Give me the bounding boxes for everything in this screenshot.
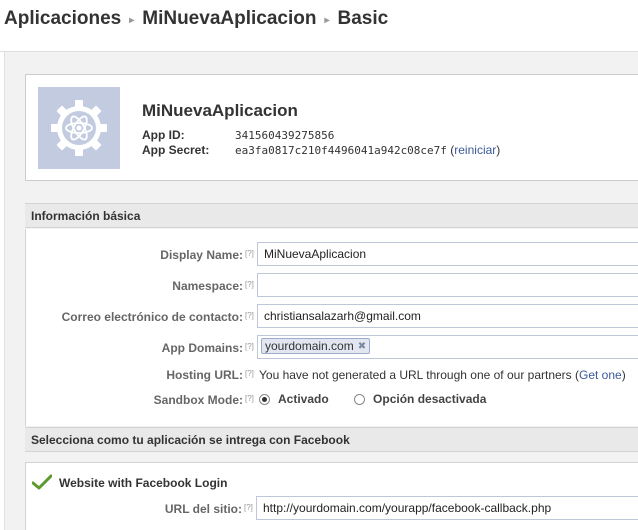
app-secret-label: App Secret: — [142, 143, 210, 157]
sandbox-options: Activado Opción desactivada — [259, 392, 508, 408]
hosting-url-label: Hosting URL: — [166, 368, 243, 382]
display-name-label: Display Name: — [160, 248, 243, 262]
contact-email-input[interactable] — [257, 304, 638, 328]
namespace-input[interactable] — [257, 273, 638, 297]
site-url-label: URL del sitio: — [164, 502, 242, 516]
help-icon[interactable]: [?] — [245, 249, 254, 258]
radio-selected-icon — [259, 393, 270, 405]
help-icon[interactable]: [?] — [245, 311, 254, 320]
help-icon[interactable]: [?] — [244, 503, 253, 512]
integration-heading: Selecciona como tu aplicación se intrega… — [25, 427, 638, 452]
display-name-input[interactable] — [257, 242, 638, 266]
sandbox-off-label: Opción desactivada — [373, 392, 487, 406]
namespace-row: Namespace: [?] — [26, 273, 638, 299]
breadcrumb-apps[interactable]: Aplicaciones — [4, 8, 121, 30]
get-one-link[interactable]: Get one — [579, 368, 622, 382]
app-secret-row: App Secret: ea3fa0817c210f4496041a942c08c… — [142, 143, 500, 157]
domain-token[interactable]: yourdomain.com ✖ — [261, 338, 371, 354]
app-id-value: 341560439275856 — [235, 129, 335, 142]
display-name-row: Display Name: [?] — [26, 242, 638, 268]
hosting-url-row: Hosting URL: [?] You have not generated … — [26, 362, 638, 388]
reset-close: ) — [496, 143, 501, 157]
basic-info-form: Display Name: [?] Namespace: [?] Correo … — [25, 229, 638, 426]
app-id-row: App ID: 341560439275856 — [142, 128, 334, 142]
gear-atom-icon — [51, 100, 107, 156]
help-icon[interactable]: [?] — [245, 280, 254, 289]
help-icon[interactable]: [?] — [245, 394, 254, 403]
contact-email-label: Correo electrónico de contacto: — [61, 310, 243, 324]
app-id-label: App ID: — [142, 128, 185, 142]
sandbox-on-label: Activado — [278, 392, 329, 406]
hosting-url-close: ) — [621, 368, 626, 382]
app-domains-input[interactable]: yourdomain.com ✖ — [257, 335, 638, 359]
reset-secret-link[interactable]: reiniciar — [454, 143, 496, 157]
hosting-url-message: You have not generated a URL through one… — [259, 368, 579, 382]
breadcrumb-current: Basic — [337, 8, 389, 29]
app-name: MiNuevaAplicacion — [142, 101, 298, 120]
breadcrumb-separator-icon: ▸ — [324, 14, 330, 26]
sandbox-mode-row: Sandbox Mode: [?] Activado Opción desact… — [26, 387, 638, 413]
sandbox-mode-label: Sandbox Mode: — [153, 393, 243, 407]
app-icon — [38, 87, 120, 169]
site-url-input[interactable] — [256, 496, 638, 520]
basic-info-heading: Información básica — [25, 203, 638, 228]
site-url-row: URL del sitio: [?] — [25, 496, 638, 522]
sandbox-off-radio[interactable]: Opción desactivada — [354, 392, 486, 406]
radio-unselected-icon — [354, 393, 366, 405]
app-summary-card: MiNuevaAplicacion App ID: 341560439275856… — [25, 74, 638, 181]
app-domains-row: App Domains: [?] yourdomain.com ✖ — [26, 335, 638, 361]
website-integration-card: Website with Facebook Login URL del siti… — [25, 462, 638, 530]
breadcrumb-app[interactable]: MiNuevaAplicacion — [142, 8, 316, 30]
breadcrumb-separator-icon: ▸ — [129, 14, 135, 26]
breadcrumb: Aplicaciones ▸ MiNuevaAplicacion ▸ Basic — [4, 6, 388, 32]
checkmark-icon[interactable] — [32, 474, 52, 490]
remove-token-icon[interactable]: ✖ — [358, 341, 366, 352]
namespace-label: Namespace: — [172, 279, 243, 293]
contact-email-row: Correo electrónico de contacto: [?] — [26, 304, 638, 330]
website-login-title[interactable]: Website with Facebook Login — [59, 476, 227, 490]
app-secret-value: ea3fa0817c210f4496041a942c08ce7f — [235, 144, 447, 157]
app-domains-label: App Domains: — [161, 341, 243, 355]
hosting-url-text: You have not generated a URL through one… — [259, 368, 626, 382]
sandbox-on-radio[interactable]: Activado — [259, 392, 329, 406]
domain-token-label: yourdomain.com — [265, 339, 354, 353]
help-icon[interactable]: [?] — [245, 342, 254, 351]
help-icon[interactable]: [?] — [245, 369, 254, 378]
